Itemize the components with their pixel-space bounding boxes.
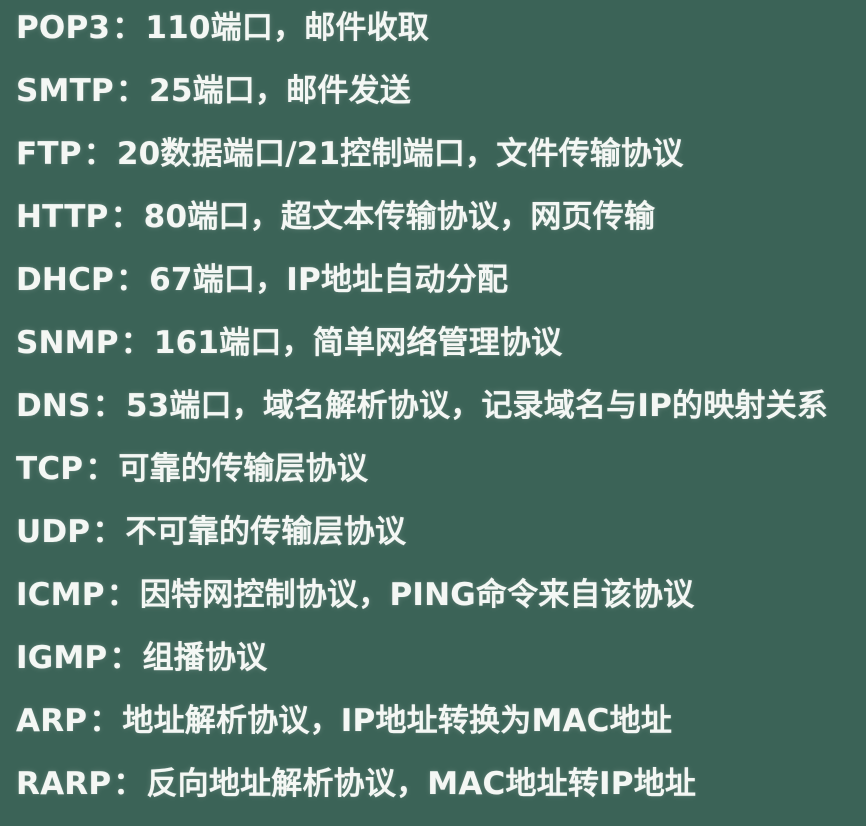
protocol-term: SNMP xyxy=(16,325,119,361)
protocol-row-rarp: RARP：反向地址解析协议，MAC地址转IP地址 xyxy=(16,762,866,825)
protocol-row-icmp: ICMP：因特网控制协议，PING命令来自该协议 xyxy=(16,573,866,636)
protocol-description: 不可靠的传输层协议 xyxy=(125,514,407,550)
separator: ： xyxy=(92,514,124,550)
separator: ： xyxy=(112,10,144,46)
protocol-description: 67端口，IP地址自动分配 xyxy=(149,262,509,298)
protocol-description: 110端口，邮件收取 xyxy=(145,10,430,46)
protocol-row-snmp: SNMP：161端口，简单网络管理协议 xyxy=(16,321,866,384)
protocol-port-list: POP3：110端口，邮件收取 SMTP：25端口，邮件发送 FTP：20数据端… xyxy=(0,0,866,826)
protocol-description: 反向地址解析协议，MAC地址转IP地址 xyxy=(146,766,697,802)
protocol-description: 地址解析协议，IP地址转换为MAC地址 xyxy=(122,703,673,739)
protocol-term: RARP xyxy=(16,766,112,802)
separator: ： xyxy=(113,766,145,802)
protocol-row-ftp: FTP：20数据端口/21控制端口，文件传输协议 xyxy=(16,132,866,195)
protocol-row-dns: DNS：53端口，域名解析协议，记录域名与IP的映射关系 xyxy=(16,384,866,447)
protocol-term: TCP xyxy=(16,451,84,487)
protocol-description: 161端口，简单网络管理协议 xyxy=(153,325,563,361)
protocol-term: UDP xyxy=(16,514,91,550)
protocol-term: SMTP xyxy=(16,73,114,109)
separator: ： xyxy=(115,73,148,109)
protocol-row-arp: ARP：地址解析协议，IP地址转换为MAC地址 xyxy=(16,699,866,762)
separator: ： xyxy=(120,325,152,361)
protocol-description: 80端口，超文本传输协议，网页传输 xyxy=(143,199,656,235)
protocol-term: ICMP xyxy=(16,577,105,613)
protocol-row-udp: UDP：不可靠的传输层协议 xyxy=(16,510,866,573)
protocol-description: 可靠的传输层协议 xyxy=(118,451,369,487)
protocol-description: 因特网控制协议，PING命令来自该协议 xyxy=(139,577,695,613)
protocol-row-pop3: POP3：110端口，邮件收取 xyxy=(16,6,866,69)
protocol-row-tcp: TCP：可靠的传输层协议 xyxy=(16,447,866,510)
protocol-term: ARP xyxy=(16,703,88,739)
protocol-description: 25端口，邮件发送 xyxy=(149,73,411,109)
protocol-description: 20数据端口/21控制端口，文件传输协议 xyxy=(116,136,684,172)
protocol-row-smtp: SMTP：25端口，邮件发送 xyxy=(16,69,866,132)
protocol-term: DHCP xyxy=(16,262,114,298)
protocol-row-dhcp: DHCP：67端口，IP地址自动分配 xyxy=(16,258,866,321)
separator: ： xyxy=(85,451,117,487)
protocol-row-igmp: IGMP：组播协议 xyxy=(16,636,866,699)
separator: ： xyxy=(106,577,138,613)
separator: ： xyxy=(92,388,124,424)
protocol-row-http: HTTP：80端口，超文本传输协议，网页传输 xyxy=(16,195,866,258)
protocol-term: IGMP xyxy=(16,640,108,676)
protocol-term: POP3 xyxy=(16,10,111,46)
separator: ： xyxy=(110,199,142,235)
protocol-description: 组播协议 xyxy=(142,640,268,676)
protocol-description: 53端口，域名解析协议，记录域名与IP的映射关系 xyxy=(125,388,829,424)
protocol-term: HTTP xyxy=(16,199,109,235)
separator: ： xyxy=(115,262,148,298)
protocol-term: FTP xyxy=(16,136,82,172)
separator: ： xyxy=(109,640,141,676)
separator: ： xyxy=(83,136,115,172)
protocol-term: DNS xyxy=(16,388,91,424)
separator: ： xyxy=(89,703,121,739)
